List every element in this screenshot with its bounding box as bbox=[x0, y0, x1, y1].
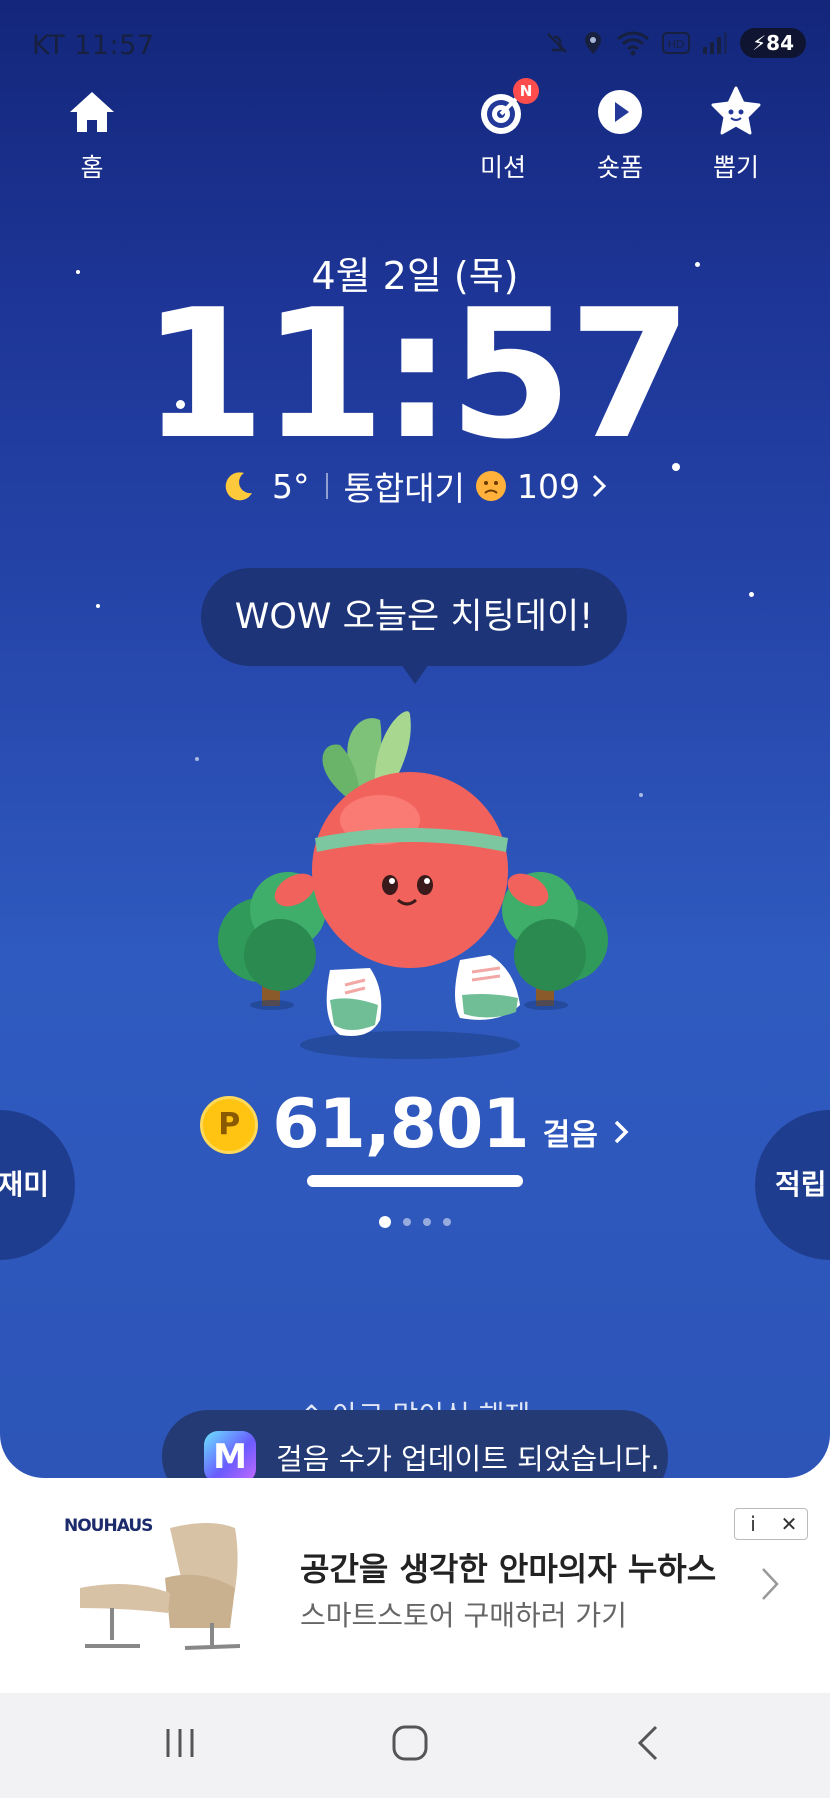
nav-mission-button[interactable]: N 미션 bbox=[453, 78, 553, 184]
signal-icon bbox=[703, 32, 728, 54]
page-dot-active bbox=[379, 1216, 391, 1228]
air-quality-label: 통합대기 bbox=[343, 469, 465, 508]
radish-character-illustration[interactable] bbox=[210, 700, 620, 1080]
system-nav-bar bbox=[0, 1693, 830, 1798]
sad-face-icon bbox=[475, 471, 506, 501]
character-speech-bubble: WOW 오늘은 치팅데이! bbox=[201, 568, 627, 684]
star-face-icon bbox=[706, 82, 766, 142]
ad-title: 공간을 생각한 안마의자 누하스 bbox=[300, 1550, 717, 1588]
massage-chair-image bbox=[80, 1523, 241, 1650]
hero-panel: KT 11:57 HD ⚡84 홈 N 미션 숏폼 뽑기 4월 2일 (목) 1… bbox=[0, 0, 830, 1478]
battery-level: 84 bbox=[766, 31, 794, 55]
wifi-icon bbox=[617, 31, 650, 56]
nav-draw-label: 뽑기 bbox=[712, 153, 759, 182]
ad-subtitle: 스마트스토어 구매하러 가기 bbox=[300, 1599, 627, 1632]
target-icon: N bbox=[473, 78, 539, 142]
nav-mission-label: 미션 bbox=[479, 153, 526, 182]
home-nav-icon[interactable] bbox=[390, 1723, 430, 1763]
recent-apps-icon[interactable] bbox=[160, 1723, 200, 1763]
page-dot bbox=[403, 1218, 411, 1226]
status-carrier-time: KT 11:57 bbox=[32, 30, 155, 61]
location-icon bbox=[585, 32, 602, 54]
weather-row[interactable]: 5° 통합대기 109 bbox=[0, 462, 830, 510]
hd-icon: HD bbox=[662, 32, 691, 54]
ad-close-button[interactable]: ✕ bbox=[771, 1509, 807, 1539]
page-dot bbox=[443, 1218, 451, 1226]
nav-home-label: 홈 bbox=[80, 153, 104, 182]
star-decoration bbox=[639, 793, 643, 797]
step-counter[interactable]: P 61,801 걸음 bbox=[0, 1085, 830, 1164]
battery-indicator: ⚡84 bbox=[740, 28, 806, 58]
mission-badge: N bbox=[513, 78, 539, 104]
star-decoration bbox=[749, 592, 754, 597]
ad-banner[interactable]: NOUHAUS 공간을 생각한 안마의자 누하스 스마트스토어 구매하러 가기 … bbox=[0, 1478, 830, 1693]
step-progress-bar bbox=[307, 1175, 523, 1187]
nav-home-button[interactable]: 홈 bbox=[42, 82, 142, 184]
mute-icon bbox=[547, 33, 567, 53]
fun-side-label: 재미 bbox=[0, 1168, 49, 1201]
toast-message: 걸음 수가 업데이트 되었습니다. bbox=[276, 1441, 660, 1476]
star-decoration bbox=[96, 604, 100, 608]
status-bar: KT 11:57 HD ⚡84 bbox=[0, 0, 830, 90]
chevron-right-icon bbox=[762, 1568, 779, 1600]
ad-controls: i ✕ bbox=[734, 1508, 808, 1540]
nav-shorts-label: 숏폼 bbox=[596, 153, 643, 182]
earn-side-label: 적립 bbox=[775, 1168, 827, 1201]
page-dot bbox=[423, 1218, 431, 1226]
temperature: 5° bbox=[272, 466, 310, 506]
home-icon bbox=[62, 82, 122, 142]
star-decoration bbox=[195, 757, 199, 761]
moon-icon bbox=[225, 472, 253, 501]
app-logo-icon: M bbox=[204, 1430, 256, 1483]
ad-info-button[interactable]: i bbox=[735, 1509, 771, 1539]
back-icon[interactable] bbox=[628, 1723, 668, 1763]
nav-shorts-button[interactable]: 숏폼 bbox=[570, 82, 670, 184]
step-count: 61,801 bbox=[272, 1085, 529, 1164]
point-coin-icon: P bbox=[200, 1095, 259, 1154]
clock-time: 11:57 bbox=[141, 271, 693, 478]
nav-draw-button[interactable]: 뽑기 bbox=[686, 82, 786, 184]
chevron-right-icon bbox=[614, 1120, 629, 1143]
step-unit: 걸음 bbox=[542, 1117, 598, 1153]
page-indicator bbox=[0, 1216, 830, 1228]
svg-text:HD: HD bbox=[668, 38, 685, 51]
air-quality-value: 109 bbox=[516, 466, 580, 506]
chevron-right-icon bbox=[592, 474, 607, 498]
divider bbox=[325, 473, 328, 499]
play-icon bbox=[590, 82, 650, 142]
status-icons: HD ⚡84 bbox=[544, 28, 806, 58]
